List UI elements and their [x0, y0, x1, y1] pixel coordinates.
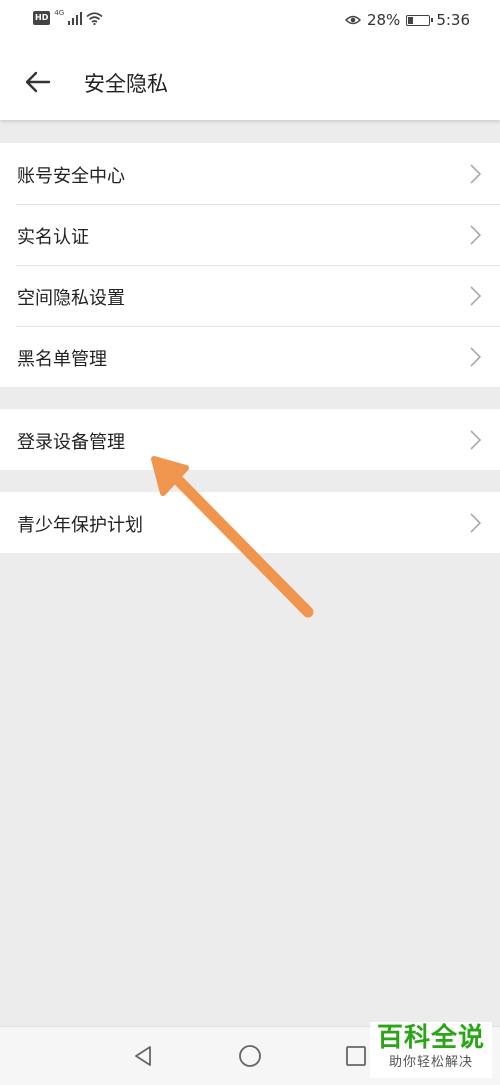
- menu-item-blacklist-management[interactable]: 黑名单管理: [0, 326, 500, 387]
- battery-fill: [408, 16, 414, 24]
- menu-item-youth-protection-plan[interactable]: 青少年保护计划: [0, 492, 500, 553]
- network-type: 4G: [54, 9, 65, 17]
- battery-icon: [406, 14, 434, 26]
- nav-recents-button[interactable]: [343, 1043, 369, 1069]
- status-bar-right: 28% 5:36: [344, 11, 470, 29]
- watermark-logo: 百科全说 助你轻松解决: [370, 1022, 492, 1078]
- chevron-right-icon: [470, 513, 482, 533]
- back-button[interactable]: [20, 64, 56, 100]
- menu-item-label: 登录设备管理: [17, 432, 125, 453]
- nav-home-button[interactable]: [237, 1043, 263, 1069]
- menu-item-login-device-management[interactable]: 登录设备管理: [0, 409, 500, 470]
- settings-group-account: 账号安全中心 实名认证 空间隐私设置 黑名单管理: [0, 143, 500, 387]
- menu-item-real-name-verification[interactable]: 实名认证: [0, 204, 500, 265]
- battery-percent: 28%: [366, 11, 401, 29]
- chevron-right-icon: [470, 286, 482, 306]
- back-triangle-icon: [135, 1046, 151, 1066]
- menu-item-label: 实名认证: [17, 227, 89, 248]
- wifi-icon: [86, 11, 103, 25]
- menu-item-label: 黑名单管理: [17, 349, 107, 370]
- signal-icon: [68, 11, 83, 25]
- menu-item-label: 空间隐私设置: [17, 288, 125, 309]
- menu-item-label: 账号安全中心: [17, 166, 125, 187]
- settings-group-devices: 登录设备管理: [0, 409, 500, 470]
- nav-back-button[interactable]: [130, 1043, 156, 1069]
- clock: 5:36: [436, 11, 470, 29]
- home-circle-icon: [239, 1045, 261, 1067]
- eye-icon: [344, 15, 361, 25]
- watermark-title: 百科全说: [376, 1023, 485, 1053]
- menu-item-space-privacy-settings[interactable]: 空间隐私设置: [0, 265, 500, 326]
- chevron-right-icon: [470, 164, 482, 184]
- menu-item-label: 青少年保护计划: [17, 515, 143, 536]
- hd-badge: HD: [33, 11, 51, 25]
- title-bar: 安全隐私: [0, 42, 500, 120]
- chevron-right-icon: [470, 347, 482, 367]
- page-title: 安全隐私: [84, 72, 168, 96]
- status-bar-left: HD 4G: [33, 9, 103, 25]
- chevron-right-icon: [470, 225, 482, 245]
- status-bar: HD 4G 28% 5:36: [0, 0, 500, 42]
- recents-square-icon: [346, 1046, 366, 1066]
- chevron-right-icon: [470, 430, 482, 450]
- watermark-subtitle: 助你轻松解决: [388, 1055, 473, 1070]
- back-arrow-icon: [25, 71, 51, 93]
- menu-item-account-security-center[interactable]: 账号安全中心: [0, 143, 500, 204]
- settings-group-youth: 青少年保护计划: [0, 492, 500, 553]
